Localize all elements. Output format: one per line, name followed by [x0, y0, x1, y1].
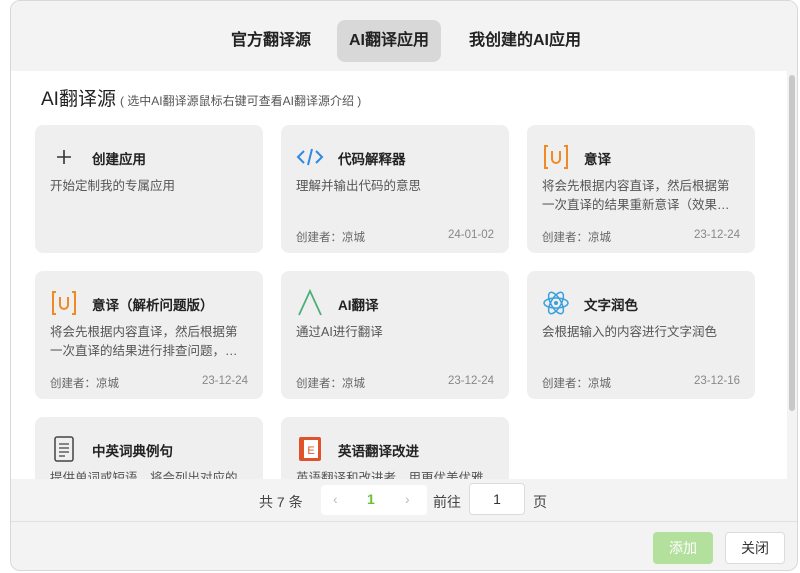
u-bracket-icon [50, 289, 78, 317]
card-description: 将会先根据内容直译，然后根据第一次直译的结果进行排查问题，然后再根据问题进行意译 [50, 325, 238, 358]
card-date: 23-12-16 [693, 375, 740, 387]
card-title: 代码解释器 [338, 152, 406, 167]
card-description: 开始定制我的专属应用 [50, 179, 176, 193]
card-description: 理解并输出代码的意思 [296, 179, 422, 193]
card-description: 会根据输入的内容进行文字润色 [542, 325, 718, 339]
page-unit-label: 页 [533, 494, 547, 510]
card-code-interpreter[interactable]: 代码解释器 理解并输出代码的意思 创建者：凉城 24-01-02 [281, 125, 509, 253]
card-free-translation[interactable]: 意译 将会先根据内容直译，然后根据第一次直译的结果重新意译（效果很好） 创建者：… [527, 125, 755, 253]
current-page-number[interactable]: 1 [367, 491, 375, 507]
u-bracket-icon [542, 143, 570, 171]
pagination-pager: ‹ 1 › [321, 485, 427, 515]
pagination-total: 共 7 条 [259, 494, 303, 510]
add-button[interactable]: 添加 [653, 532, 713, 564]
card-description: 通过AI进行翻译 [296, 325, 383, 339]
goto-label: 前往 [433, 494, 461, 510]
card-date: 24-01-02 [447, 229, 494, 241]
card-title: AI翻译 [338, 298, 379, 313]
card-ai-translation[interactable]: AI翻译 通过AI进行翻译 创建者：凉城 23-12-24 [281, 271, 509, 399]
tab-my-ai-apps[interactable]: 我创建的AI应用 [457, 20, 593, 62]
card-en-cn-dictionary[interactable]: 中英词典例句 提供单词或短语，将会列出对应的语 [35, 417, 263, 479]
card-title: 创建应用 [92, 152, 146, 167]
tab-ai-translation-apps[interactable]: AI翻译应用 [337, 20, 442, 62]
next-page-icon[interactable]: › [405, 491, 410, 507]
code-icon [296, 143, 324, 171]
section-title: AI翻译源( 选中AI翻译源鼠标右键可查看AI翻译源介绍 ) [41, 84, 361, 111]
card-description: 提供单词或短语，将会列出对应的语 [50, 471, 238, 479]
card-author: 创建者：凉城 [542, 232, 611, 244]
atom-icon [542, 289, 570, 317]
card-author: 创建者：凉城 [296, 378, 365, 390]
card-date: 23-12-24 [693, 229, 740, 241]
prev-page-icon[interactable]: ‹ [333, 491, 338, 507]
card-date: 23-12-24 [447, 375, 494, 387]
svg-text:E: E [307, 445, 314, 457]
document-icon [50, 435, 78, 463]
section-hint: ( 选中AI翻译源鼠标右键可查看AI翻译源介绍 ) [119, 94, 362, 108]
card-text-polish[interactable]: 文字润色 会根据输入的内容进行文字润色 创建者：凉城 23-12-16 [527, 271, 755, 399]
card-date: 23-12-24 [201, 375, 248, 387]
card-title: 意译（解析问题版） [92, 298, 214, 313]
pagination: 共 7 条 ‹ 1 › 前往 1 页 [11, 479, 787, 521]
card-create-app[interactable]: 创建应用 开始定制我的专属应用 [35, 125, 263, 253]
book-e-icon: E [296, 435, 324, 463]
tab-official-sources[interactable]: 官方翻译源 [219, 20, 323, 62]
lambda-icon [296, 289, 324, 317]
card-title: 文字润色 [584, 298, 638, 313]
ai-app-dialog: 官方翻译源 AI翻译应用 我创建的AI应用 AI翻译源( 选中AI翻译源鼠标右键… [10, 0, 798, 571]
footer-divider [11, 521, 797, 522]
plus-icon [50, 143, 78, 171]
card-description: 英语翻译和改进者，用更优美优雅的 [296, 471, 484, 479]
app-list-panel[interactable]: AI翻译源( 选中AI翻译源鼠标右键可查看AI翻译源介绍 ) 创建应用 开始定制… [11, 71, 787, 479]
card-english-improve[interactable]: E 英语翻译改进 英语翻译和改进者，用更优美优雅的 [281, 417, 509, 479]
card-description: 将会先根据内容直译，然后根据第一次直译的结果重新意译（效果很好） [542, 179, 730, 212]
card-author: 创建者：凉城 [50, 378, 119, 390]
card-title: 意译 [584, 152, 611, 167]
section-title-text: AI翻译源 [41, 89, 116, 110]
card-title: 中英词典例句 [92, 444, 173, 459]
tab-bar: 官方翻译源 AI翻译应用 我创建的AI应用 [11, 1, 797, 71]
card-title: 英语翻译改进 [338, 444, 419, 459]
card-author: 创建者：凉城 [296, 232, 365, 244]
goto-page-input[interactable]: 1 [469, 483, 525, 515]
card-author: 创建者：凉城 [542, 378, 611, 390]
card-free-translation-analysis[interactable]: 意译（解析问题版） 将会先根据内容直译，然后根据第一次直译的结果进行排查问题，然… [35, 271, 263, 399]
close-button[interactable]: 关闭 [725, 532, 785, 564]
scrollbar[interactable] [789, 75, 795, 411]
